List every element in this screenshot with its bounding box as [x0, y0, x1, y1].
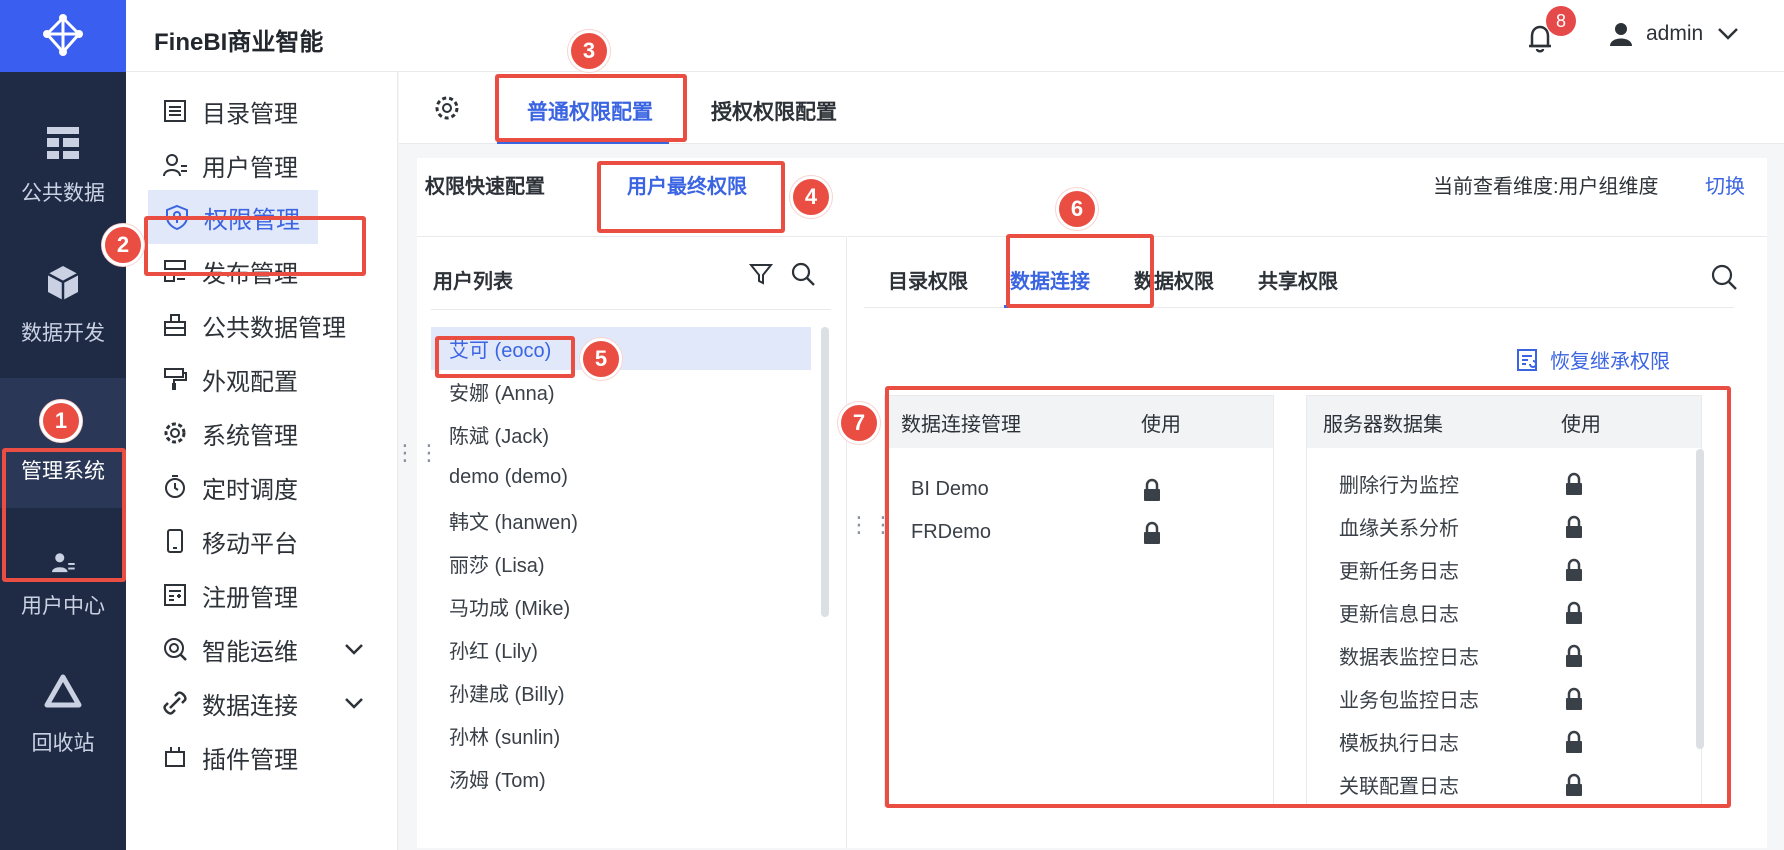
user-name: admin: [1646, 22, 1704, 45]
dimension-switch-link[interactable]: 切换: [1705, 170, 1745, 199]
search-icon[interactable]: [1710, 263, 1738, 291]
user-row[interactable]: 丽莎 (Lisa): [431, 542, 811, 585]
menu-item-plugins[interactable]: 插件管理: [146, 730, 366, 784]
callout-number: 2: [102, 224, 144, 266]
recycle-icon: [44, 674, 82, 708]
user-row[interactable]: 韩文 (hanwen): [431, 499, 811, 542]
gear-icon: [164, 422, 186, 444]
drag-handle-icon[interactable]: ⋮⋮: [394, 442, 442, 464]
timer-icon: [165, 475, 185, 498]
user-row[interactable]: 陈斌 (Jack): [431, 413, 811, 456]
ops-icon: [164, 638, 187, 661]
menu-label: 智能运维: [202, 638, 298, 666]
chevron-down-icon[interactable]: [342, 691, 366, 715]
user-icon: [1610, 23, 1632, 46]
user-row[interactable]: 汤姆 (Tom): [431, 757, 811, 800]
callout-box: [597, 161, 785, 233]
public-data-mgmt-icon: [164, 314, 186, 336]
rail-item-public-data[interactable]: 公共数据: [0, 100, 126, 230]
menu-item-schedule[interactable]: 定时调度: [146, 460, 366, 514]
user-list-title: 用户列表: [433, 271, 513, 293]
filter-icon[interactable]: [748, 261, 774, 287]
link-icon: [163, 691, 187, 715]
catalog-icon: [164, 100, 186, 122]
user-row[interactable]: 孙红 (Lily): [431, 628, 811, 671]
callout-number: 3: [568, 30, 610, 72]
admin-menu: 目录管理 用户管理 权限管理 发布管理 公共数据管理 外观配置 系统管理 定时调…: [126, 72, 398, 850]
callout-number: 5: [580, 338, 622, 380]
callout-number: 1: [40, 400, 82, 442]
menu-item-catalog[interactable]: 目录管理: [146, 84, 366, 138]
rail-item-recycle[interactable]: 回收站: [0, 650, 126, 780]
perm-tab-catalog[interactable]: 目录权限: [888, 265, 968, 294]
rail-label: 公共数据: [21, 182, 105, 205]
menu-item-system[interactable]: 系统管理: [146, 406, 366, 460]
dimension-label: 当前查看维度:用户组维度: [1433, 176, 1659, 198]
callout-number: 7: [838, 402, 880, 444]
plugin-icon: [165, 747, 185, 767]
menu-label: 移动平台: [202, 530, 298, 558]
restore-icon: [1517, 348, 1537, 371]
paint-icon: [164, 368, 187, 390]
callout-box: [1006, 234, 1154, 308]
menu-label: 目录管理: [202, 100, 298, 128]
callout-box: [495, 74, 687, 142]
menu-label: 注册管理: [202, 584, 298, 612]
callout-box: [2, 448, 126, 582]
chevron-down-icon[interactable]: [342, 637, 366, 661]
menu-label: 外观配置: [202, 368, 298, 396]
menu-label: 插件管理: [202, 746, 298, 774]
callout-box: [144, 216, 366, 276]
tab-grant-permission[interactable]: 授权权限配置: [711, 96, 837, 126]
user-list-pane: 用户列表 艾可 (eoco) 安娜 (Anna) 陈斌 (Jack) demo …: [417, 236, 847, 848]
register-icon: [164, 584, 186, 606]
notification-badge: 8: [1546, 6, 1576, 36]
user-icon: [163, 154, 187, 177]
menu-label: 定时调度: [202, 476, 298, 504]
app-title: FineBI商业智能: [154, 29, 324, 56]
callout-box: [435, 336, 575, 378]
user-list-scrollbar[interactable]: [821, 327, 829, 617]
mobile-icon: [167, 529, 183, 553]
menu-label: 用户管理: [202, 154, 298, 182]
user-menu[interactable]: admin: [1610, 22, 1739, 46]
user-row[interactable]: 马功成 (Mike): [431, 585, 811, 628]
menu-label: 数据连接: [202, 692, 298, 720]
rail-label: 用户中心: [21, 595, 105, 618]
perm-tab-share[interactable]: 共享权限: [1258, 265, 1338, 294]
callout-box: [885, 386, 1731, 808]
top-header: FineBI商业智能 8 admin: [126, 0, 1784, 72]
rail-label: 回收站: [31, 732, 95, 755]
restore-inherit-button[interactable]: 恢复继承权限: [1516, 345, 1670, 374]
divider: [864, 307, 1734, 308]
menu-label: 公共数据管理: [202, 314, 346, 342]
user-row[interactable]: demo (demo): [431, 456, 811, 499]
menu-item-appearance[interactable]: 外观配置: [146, 352, 366, 406]
data-dev-icon: [47, 266, 79, 300]
menu-item-data-connection[interactable]: 数据连接: [146, 676, 366, 730]
user-row[interactable]: 孙建成 (Billy): [431, 671, 811, 714]
menu-item-users[interactable]: 用户管理: [146, 138, 366, 192]
menu-item-register[interactable]: 注册管理: [146, 568, 366, 622]
menu-item-ops[interactable]: 智能运维: [146, 622, 366, 676]
restore-label: 恢复继承权限: [1550, 351, 1670, 373]
user-list: 艾可 (eoco) 安娜 (Anna) 陈斌 (Jack) demo (demo…: [431, 327, 811, 800]
rail-label: 数据开发: [21, 322, 105, 345]
menu-label: 系统管理: [202, 422, 298, 450]
chevron-down-icon: [1718, 28, 1739, 40]
menu-item-public-data-mgmt[interactable]: 公共数据管理: [146, 298, 366, 352]
settings-gear-icon[interactable]: [433, 94, 461, 122]
app-logo[interactable]: [0, 0, 126, 72]
divider: [431, 309, 831, 310]
public-data-icon: [47, 127, 79, 159]
callout-number: 6: [1056, 188, 1098, 230]
logo-icon: [43, 14, 83, 56]
user-row[interactable]: 孙林 (sunlin): [431, 714, 811, 757]
subtab-quick-config[interactable]: 权限快速配置: [425, 170, 545, 199]
menu-item-mobile[interactable]: 移动平台: [146, 514, 366, 568]
callout-number: 4: [790, 176, 832, 218]
search-icon[interactable]: [790, 261, 816, 287]
